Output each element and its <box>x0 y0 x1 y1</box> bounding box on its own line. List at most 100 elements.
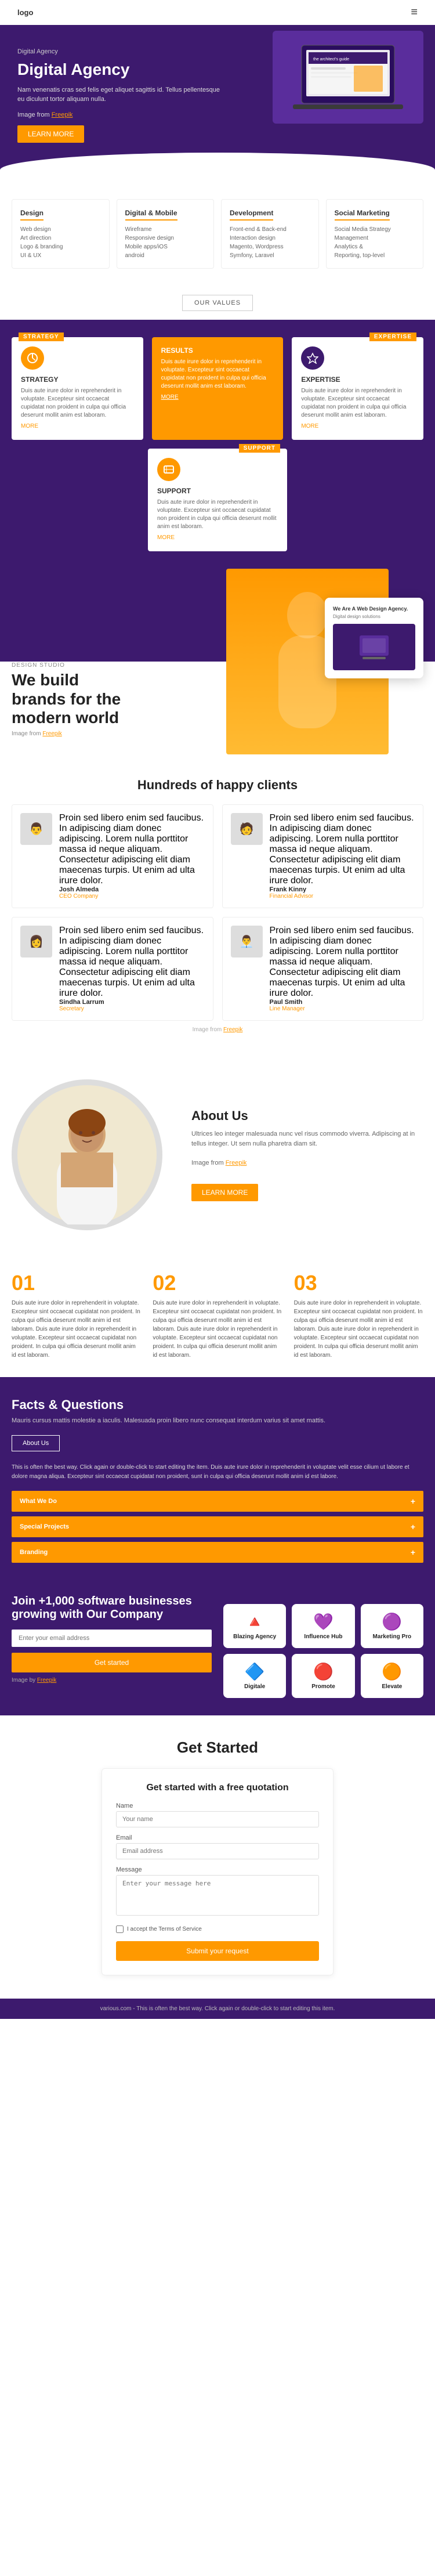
feature-tag-strategy: STRATEGY <box>19 333 64 341</box>
blazing-name: Blazing Agency <box>231 1634 278 1640</box>
join-logo-blazing: 🔺 Blazing Agency <box>223 1604 286 1648</box>
client-role-paul: Line Manager <box>270 1006 415 1012</box>
client-card-josh: 👨 Proin sed libero enim sed faucibus. In… <box>12 804 213 908</box>
clients-title: Hundreds of happy clients <box>12 778 423 793</box>
join-logo-promote: 🔴 Promote <box>292 1654 354 1698</box>
about-learn-more-button[interactable]: LEARN MORE <box>191 1184 258 1201</box>
terms-checkbox[interactable] <box>116 1925 124 1933</box>
join-logos-area: 🔺 Blazing Agency 💜 Influence Hub 🟣 Marke… <box>223 1595 423 1698</box>
expertise-icon <box>301 346 324 370</box>
feature-desc-results: Duis aute irure dolor in reprehenderit i… <box>161 358 274 391</box>
client-name-sindha: Sindha Larrum <box>59 999 205 1006</box>
faq-item-what-we-do[interactable]: What We Do + <box>12 1491 423 1512</box>
client-text-paul: Proin sed libero enim sed faucibus. In a… <box>270 926 415 999</box>
design-studio-section: We Are A Web Design Agency. Digital desi… <box>0 569 435 754</box>
feature-desc-strategy: Duis aute irure dolor in reprehenderit i… <box>21 387 134 420</box>
feature-desc-support: Duis aute irure dolor in reprehenderit i… <box>157 498 278 531</box>
service-card-digital: Digital & Mobile Wireframe Responsive de… <box>117 199 215 269</box>
clients-credit-link[interactable]: Freepik <box>223 1027 242 1033</box>
client-text-josh: Proin sed libero enim sed faucibus. In a… <box>59 813 205 886</box>
about-credit-link[interactable]: Freepik <box>226 1159 247 1166</box>
influence-name: Influence Hub <box>300 1634 346 1640</box>
feature-title-support: SUPPORT <box>157 487 278 495</box>
client-text-frank: Proin sed libero enim sed faucibus. In a… <box>270 813 415 886</box>
client-role-frank: Financial Advisor <box>270 893 415 899</box>
contact-form-card: Get started with a free quotation Name E… <box>102 1768 334 1975</box>
service-list-social: Social Media Strategy Management Analyti… <box>335 225 415 260</box>
form-group-email: Email <box>116 1834 319 1859</box>
ds-phone-card: We Are A Web Design Agency. Digital desi… <box>325 598 423 678</box>
hero-laptop-image: the architect's guide <box>273 31 423 124</box>
faq-about-us-button[interactable]: About Us <box>12 1435 60 1451</box>
faq-accordions: What We Do + Special Projects + Branding… <box>12 1491 423 1563</box>
get-started-title: Get Started <box>12 1739 423 1757</box>
service-list-digital: Wireframe Responsive design Mobile apps/… <box>125 225 206 260</box>
client-avatar-icon-sindha: 👩 <box>20 926 52 958</box>
values-section: OUR VALUES <box>0 286 435 320</box>
hero-description: Nam venenatis cras sed felis eget alique… <box>17 85 220 104</box>
num-text-03: Duis aute irure dolor in reprehenderit i… <box>294 1299 423 1360</box>
footer: various.com - This is often the best way… <box>0 1999 435 2019</box>
influence-icon: 💜 <box>300 1612 346 1631</box>
faq-arrow-2: + <box>411 1548 415 1557</box>
message-textarea[interactable] <box>116 1875 319 1916</box>
num-label-01: 01 <box>12 1271 141 1295</box>
get-started-section: Get Started Get started with a free quot… <box>0 1715 435 1999</box>
feature-more-results[interactable]: MORE <box>161 394 179 400</box>
about-image-credit: Image from Freepik <box>191 1158 423 1169</box>
ds-credit-link[interactable]: Freepik <box>42 731 61 737</box>
faq-section: Facts & Questions Mauris cursus mattis m… <box>0 1377 435 1577</box>
message-label: Message <box>116 1866 319 1873</box>
feature-title-expertise: EXPERTISE <box>301 375 414 384</box>
faq-item-branding[interactable]: Branding + <box>12 1542 423 1563</box>
ds-credit: Image from Freepik <box>12 731 128 737</box>
form-card-title: Get started with a free quotation <box>116 1783 319 1793</box>
service-list-dev: Front-end & Back-end Interaction design … <box>230 225 310 260</box>
feature-more-expertise[interactable]: MORE <box>301 423 318 429</box>
join-email-input[interactable] <box>12 1630 212 1647</box>
svg-text:the architect's guide: the architect's guide <box>313 57 349 62</box>
email-input[interactable] <box>116 1843 319 1859</box>
client-role-josh: CEO Company <box>59 893 205 899</box>
about-description: Ultrices leo integer malesuada nunc vel … <box>191 1129 423 1150</box>
hero-wave <box>0 153 435 182</box>
join-credit-link[interactable]: Freepik <box>37 1677 56 1683</box>
num-label-02: 02 <box>153 1271 282 1295</box>
join-credit: Image by Freepik <box>12 1677 212 1683</box>
client-info-paul: Proin sed libero enim sed faucibus. In a… <box>270 926 415 1012</box>
submit-button[interactable]: Submit your request <box>116 1941 319 1961</box>
join-get-started-button[interactable]: Get started <box>12 1653 212 1672</box>
strategy-icon <box>21 346 44 370</box>
join-logo-marketing: 🟣 Marketing Pro <box>361 1604 423 1648</box>
client-info-sindha: Proin sed libero enim sed faucibus. In a… <box>59 926 205 1012</box>
feature-title-strategy: STRATEGY <box>21 375 134 384</box>
name-input[interactable] <box>116 1811 319 1827</box>
email-label: Email <box>116 1834 319 1841</box>
faq-subtitle: Mauris cursus mattis molestie a iaculis.… <box>12 1416 423 1426</box>
footer-text: various.com - This is often the best way… <box>12 2006 423 2012</box>
client-avatar-josh: 👨 <box>20 813 52 845</box>
feature-more-support[interactable]: MORE <box>157 534 175 541</box>
client-avatar-icon-josh: 👨 <box>20 813 52 845</box>
feature-more-strategy[interactable]: MORE <box>21 423 38 429</box>
faq-item-special-projects[interactable]: Special Projects + <box>12 1516 423 1537</box>
faq-item-label-1: Special Projects <box>20 1523 69 1530</box>
hero-image-credit: Image from Freepik <box>17 110 220 120</box>
ds-card-title: We Are A Web Design Agency. <box>333 606 415 612</box>
client-info-frank: Proin sed libero enim sed faucibus. In a… <box>270 813 415 899</box>
elevate-name: Elevate <box>369 1683 415 1690</box>
feature-tag-support: SUPPORT <box>239 444 280 453</box>
service-card-dev: Development Front-end & Back-end Interac… <box>221 199 319 269</box>
num-text-01: Duis aute irure dolor in reprehenderit i… <box>12 1299 141 1360</box>
values-button[interactable]: OUR VALUES <box>182 295 253 311</box>
hamburger-icon[interactable]: ≡ <box>411 6 418 19</box>
hero-cta-button[interactable]: LEARN MORE <box>17 125 84 143</box>
ds-text-area: DESIGN STUDIO We build brands for the mo… <box>12 662 128 737</box>
hero-credit-link[interactable]: Freepik <box>52 111 73 118</box>
client-role-sindha: Secretary <box>59 1006 205 1012</box>
ds-main-title: We build brands for the modern world <box>12 671 128 727</box>
clients-section: Hundreds of happy clients 👨 Proin sed li… <box>0 754 435 1056</box>
service-title-design: Design <box>20 209 44 221</box>
faq-arrow-1: + <box>411 1522 415 1531</box>
clients-image-credit: Image from Freepik <box>12 1027 423 1033</box>
